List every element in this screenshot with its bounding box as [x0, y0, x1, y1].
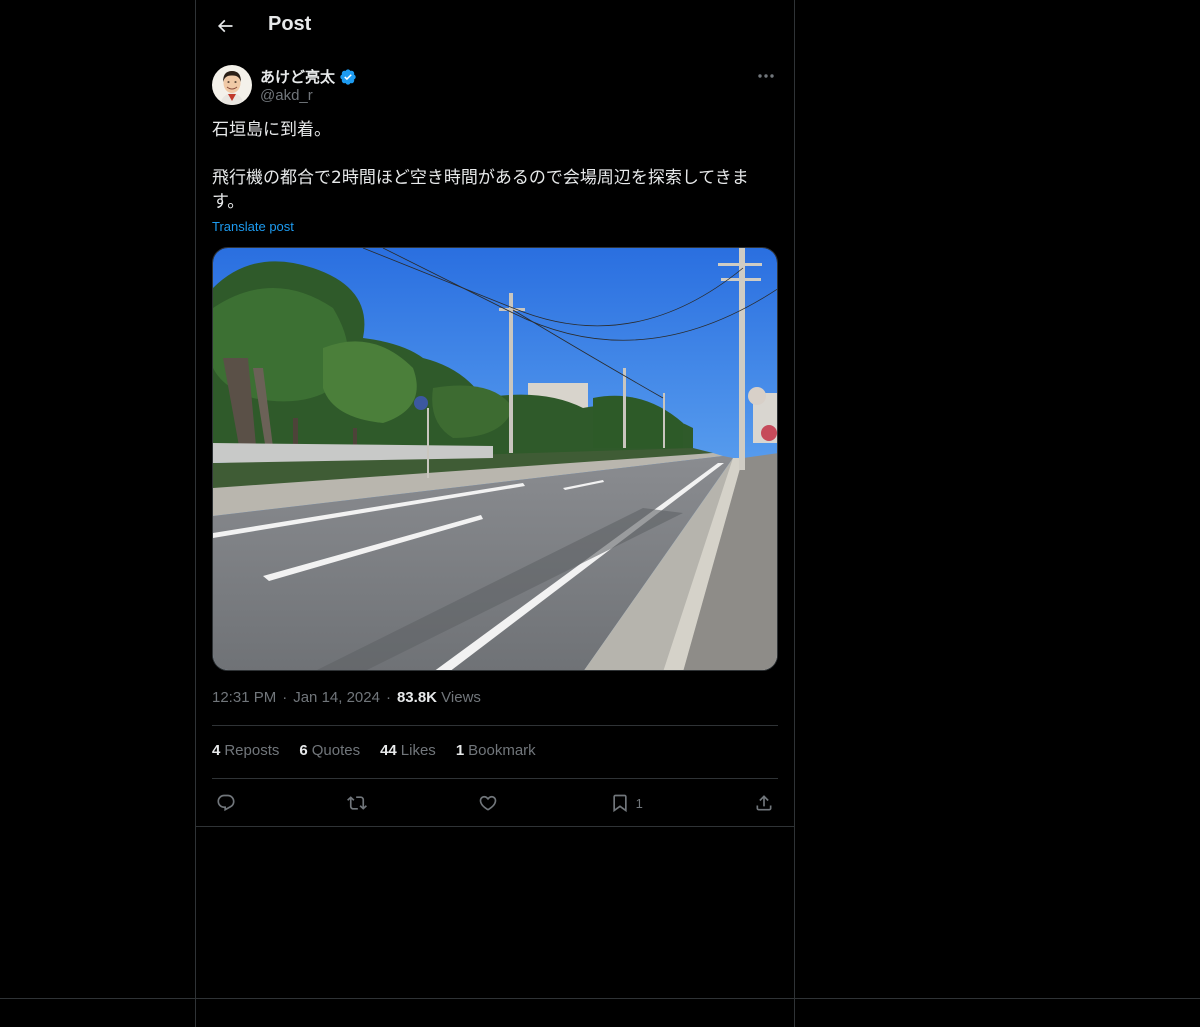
heart-icon — [480, 795, 497, 811]
reposts-count: 4 — [212, 742, 221, 759]
divider — [0, 998, 1200, 999]
post-stats: 4 Reposts 6 Quotes 44 Likes 1 Bookmark — [212, 742, 536, 759]
post-line-2: 飛行機の都合で2時間ほど空き時間があるので会場周辺を探索してきま — [212, 168, 749, 188]
reply-icon — [217, 794, 235, 812]
page-title: Post — [268, 13, 312, 35]
reposts-stat[interactable]: 4 Reposts — [212, 742, 279, 759]
translate-post-link[interactable]: Translate post — [212, 219, 294, 234]
post-text: 石垣島に到着。 飛行機の都合で2時間ほど空き時間があるので会場周辺を探索してきま… — [212, 118, 772, 214]
share-icon — [756, 795, 772, 811]
share-button[interactable] — [750, 793, 778, 813]
back-arrow-icon — [217, 19, 233, 33]
views-count: 83.8K — [396, 689, 437, 706]
page: Post あけど亮太 @akd_r 石垣島に到着。 飛行機の都合で2時間ほど空き… — [0, 0, 1200, 1027]
main-column: Post あけど亮太 @akd_r 石垣島に到着。 飛行機の都合で2時間ほど空き… — [195, 0, 795, 1027]
bookmarks-label: Bookmark — [468, 742, 536, 759]
quotes-count: 6 — [299, 742, 308, 759]
post-line-1: 石垣島に到着。 — [212, 120, 331, 140]
bookmarks-stat[interactable]: 1 Bookmark — [456, 742, 536, 759]
views-label: Views — [441, 689, 481, 706]
repost-button[interactable] — [343, 793, 371, 813]
post-header: Post — [196, 0, 794, 53]
more-icon — [758, 74, 774, 78]
post-photo[interactable] — [212, 247, 778, 671]
post-meta: 12:31 PM · Jan 14, 2024 · 83.8K Views — [212, 689, 481, 706]
bookmark-button[interactable]: 1 — [606, 793, 647, 813]
likes-count: 44 — [380, 742, 397, 759]
post-date[interactable]: Jan 14, 2024 — [293, 689, 380, 706]
meta-separator: · — [385, 689, 391, 706]
name-row: あけど亮太 — [260, 66, 357, 87]
display-name[interactable]: あけど亮太 — [260, 66, 335, 87]
more-options-button[interactable] — [754, 66, 778, 86]
post-line-3: す。 — [212, 192, 245, 212]
divider — [212, 725, 778, 726]
author-row: あけど亮太 @akd_r — [212, 64, 778, 108]
verified-badge-icon[interactable] — [339, 68, 357, 86]
divider — [196, 826, 794, 827]
divider — [212, 778, 778, 779]
bookmarks-count: 1 — [455, 742, 465, 759]
user-handle[interactable]: @akd_r — [260, 87, 313, 104]
likes-stat[interactable]: 44 Likes — [380, 742, 436, 759]
user-avatar[interactable] — [212, 65, 252, 105]
reposts-label: Reposts — [224, 742, 280, 759]
back-button[interactable] — [208, 9, 242, 43]
action-bar: 1 — [212, 780, 778, 826]
likes-label: Likes — [400, 742, 436, 759]
like-button[interactable] — [474, 793, 502, 813]
repost-icon — [347, 796, 368, 810]
post-time[interactable]: 12:31 PM — [212, 689, 276, 706]
bookmark-icon — [612, 794, 627, 813]
quotes-label: Quotes — [311, 742, 361, 759]
reply-button[interactable] — [212, 793, 240, 813]
quotes-stat[interactable]: 6 Quotes — [299, 742, 360, 759]
bookmark-count: 1 — [635, 795, 643, 811]
meta-separator: · — [282, 689, 288, 706]
